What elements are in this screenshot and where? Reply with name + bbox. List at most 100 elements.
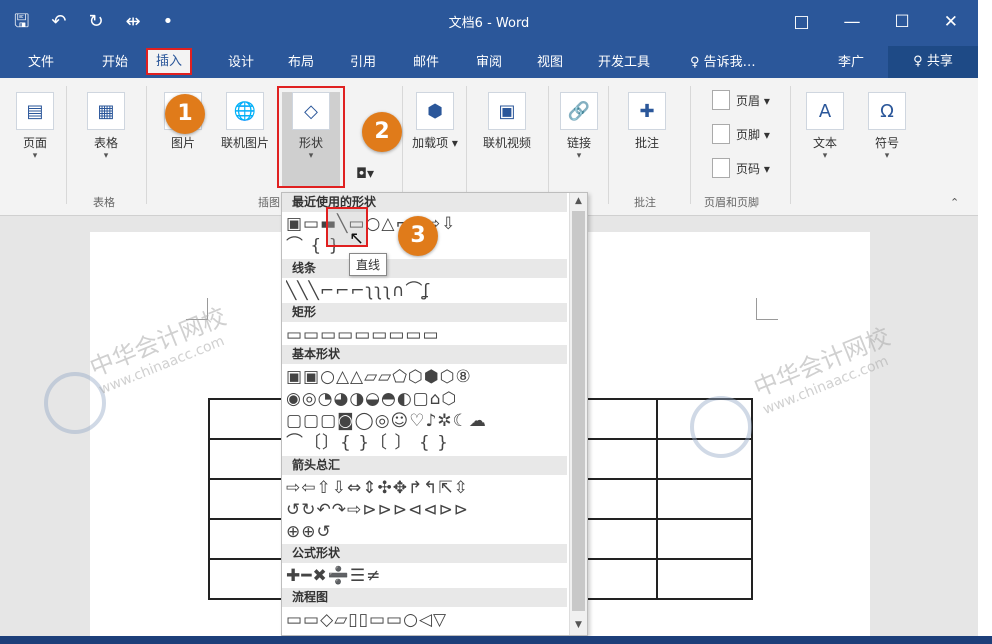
group-label-illustrations: 插图 [258,196,280,209]
tab-view[interactable]: 视图 [537,51,563,75]
lines-row[interactable]: ╲╲╲⌐⌐⌐ʅʅʅ∩⌒ʆ [286,280,566,302]
tab-design[interactable]: 设计 [228,51,254,75]
tab-layout[interactable]: 布局 [288,51,314,75]
addins-label: 加载项 ▾ [412,136,458,150]
minimize-icon[interactable]: — [844,8,861,36]
screenshot-button[interactable]: ◘▾ [350,166,380,182]
basic-shapes-row[interactable]: ⌒〔〕{ }〔 〕 { } [286,432,566,454]
block-arrows-row[interactable]: ⊕⊕↺ [286,521,566,543]
online-video-icon: ▣ [488,92,526,130]
shapes-highlight [277,86,345,188]
section-block-arrows: 箭头总汇 [282,456,567,475]
online-video-button[interactable]: ▣ 联机视频 [474,92,540,151]
section-rectangles: 矩形 [282,303,567,322]
shapes-gallery: 最近使用的形状 ▣▭▬╲▭○△⌐⌐⇨⇩ ⌒ { } 线条 ╲╲╲⌐⌐⌐ʅʅʅ∩⌒… [281,192,588,636]
tab-file[interactable]: 文件 [28,51,54,75]
tooltip: 直线 [349,253,388,276]
watermark-logo [690,396,752,458]
chevron-down-icon: ▾ [103,151,109,161]
section-lines: 线条 [282,259,567,278]
group-label-comments: 批注 [634,196,656,209]
page-number-button[interactable]: 页码 ▾ [712,158,770,178]
scroll-up-icon[interactable]: ▲ [570,193,587,209]
page-number-label: 页码 ▾ [736,161,770,176]
addins-icon: ⬢ [416,92,454,130]
equation-shapes-row[interactable]: ✚━✖➗☰≠ [286,565,566,587]
basic-shapes-row[interactable]: ▣▣○△△▱▱⬠⬡⬢⬡⑧ [286,366,566,388]
textbox-icon: A [806,92,844,130]
comment-icon: ✚ [628,92,666,130]
close-icon[interactable]: ✕ [944,8,958,36]
scroll-thumb[interactable] [572,211,585,611]
header-button[interactable]: 页眉 ▾ [712,90,770,110]
ribbon-divider [548,86,549,204]
link-icon: 🔗 [560,92,598,130]
margin-mark [756,298,778,320]
chevron-down-icon: ▾ [822,151,828,161]
tab-review[interactable]: 审阅 [476,51,502,75]
ribbon-divider [66,86,67,204]
tab-references[interactable]: 引用 [350,51,376,75]
comment-button[interactable]: ✚ 批注 [622,92,672,151]
ribbon-tabs: 文件 开始 插入 设计 布局 引用 邮件 审阅 视图 开发工具 ♀ 告诉我… 李… [0,46,978,78]
page-number-icon [712,158,730,178]
flowchart-row[interactable]: ▭▭◇▱▯▯▭▭○◁▽ [286,609,566,631]
page-label: 页面 [22,136,47,150]
link-button[interactable]: 🔗 链接 ▾ [556,92,602,161]
picture-label: 图片 [170,136,195,150]
online-picture-icon: 🌐 [226,92,264,130]
scroll-down-icon[interactable]: ▼ [570,617,587,633]
title-bar: 🖫 ↶ ↻ ⇹ • 文档6 - Word □ — ☐ ✕ [0,0,978,46]
ribbon-divider [790,86,791,204]
ribbon-divider [146,86,147,204]
table-label: 表格 [93,136,118,150]
textbox-button[interactable]: A 文本 ▾ [800,92,850,161]
tab-developer[interactable]: 开发工具 [598,51,650,75]
ribbon-display-options-icon[interactable]: □ [793,8,809,36]
section-basic-shapes: 基本形状 [282,345,567,364]
symbol-icon: Ω [868,92,906,130]
basic-shapes-row[interactable]: ◉◎◔◕◑◒◓◐▢⌂⬡ [286,388,566,410]
footer-button[interactable]: 页脚 ▾ [712,124,770,144]
section-equation-shapes: 公式形状 [282,544,567,563]
comment-label: 批注 [634,136,659,150]
tab-mailings[interactable]: 邮件 [413,51,439,75]
addins-button[interactable]: ⬢ 加载项 ▾ [410,92,460,151]
online-video-label: 联机视频 [482,136,531,150]
symbol-button[interactable]: Ω 符号 ▾ [862,92,912,161]
step-badge-1: 1 [165,94,205,134]
block-arrows-row[interactable]: ⇨⇦⇧⇩⇔⇕✣✥↱↰⇱⇳ [286,477,566,499]
block-arrows-row[interactable]: ↺↻↶↷⇨⊳⊳⊳⊲⊲⊳⊳ [286,499,566,521]
online-picture-button[interactable]: 🌐 联机图片 [214,92,276,151]
table-icon: ▦ [87,92,125,130]
chevron-down-icon: ▾ [576,151,582,161]
group-label-header-footer: 页眉和页脚 [704,196,759,209]
maximize-icon[interactable]: ☐ [895,8,910,36]
symbol-label: 符号 [874,136,899,150]
header-label: 页眉 ▾ [736,93,770,108]
ribbon-divider [608,86,609,204]
ribbon-divider [690,86,691,204]
ribbon-divider [402,86,403,204]
step-badge-2: 2 [362,112,402,152]
collapse-ribbon-icon[interactable]: ⌃ [950,196,959,209]
share-button[interactable]: ♀ 共享 [888,46,978,78]
user-name[interactable]: 李广 [838,51,864,75]
basic-shapes-row[interactable]: ▢▢▢◙◯◎☺♡♪✲☾☁ [286,410,566,432]
page-button[interactable]: ▤ 页面 ▾ [12,92,58,161]
header-icon [712,90,730,110]
gallery-scrollbar[interactable]: ▲ ▼ [569,193,587,635]
tab-home[interactable]: 开始 [102,51,128,75]
chevron-down-icon: ▾ [884,151,890,161]
taskbar-strip [0,636,992,644]
mouse-cursor-icon: ↖ [349,228,365,249]
tab-insert[interactable]: 插入 [146,48,193,75]
rectangles-row[interactable]: ▭▭▭▭▭▭▭▭▭ [286,324,566,346]
footer-icon [712,124,730,144]
section-flowchart: 流程图 [282,588,567,607]
window-controls: □ — ☐ ✕ [793,8,958,36]
table-button[interactable]: ▦ 表格 ▾ [80,92,132,161]
tell-me-box[interactable]: ♀ 告诉我… [690,51,756,75]
online-picture-label: 联机图片 [220,136,269,150]
step-badge-3: 3 [398,216,438,256]
